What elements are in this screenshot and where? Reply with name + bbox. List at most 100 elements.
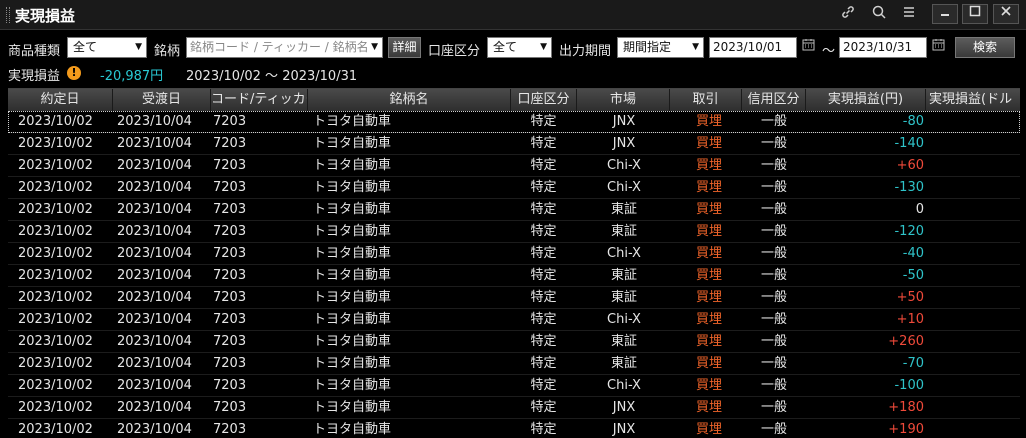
period-value: 期間指定 — [623, 40, 672, 54]
trade-date-cell: 2023/10/02 — [18, 356, 93, 371]
credit-cell: 一般 — [760, 180, 787, 195]
table-row[interactable]: 2023/10/02 2023/10/04 7203 トヨタ自動車 特定 東証 買埋 一般 +2… — [8, 331, 1020, 353]
credit-cell: 一般 — [760, 136, 787, 151]
settle-date-cell: 2023/10/04 — [117, 268, 192, 283]
trade-cell: 買埋 — [695, 202, 722, 217]
column-header-account[interactable]: 口座区分 — [511, 89, 577, 111]
code-cell: 7203 — [213, 246, 247, 261]
calendar-icon[interactable] — [929, 37, 947, 58]
link-icon[interactable] — [837, 4, 859, 26]
menu-icon[interactable] — [898, 4, 920, 26]
pl-cell: -100 — [894, 378, 924, 393]
table-row[interactable]: 2023/10/02 2023/10/04 7203 トヨタ自動車 特定 Chi-X 買埋 一… — [8, 375, 1020, 397]
table-row[interactable]: 2023/10/02 2023/10/04 7203 トヨタ自動車 特定 JNX 買埋 一般 -… — [8, 111, 1020, 133]
column-header-market[interactable]: 市場 — [577, 89, 670, 111]
settle-date-cell: 2023/10/04 — [117, 312, 192, 327]
trade-cell: 買埋 — [695, 400, 722, 415]
warning-icon[interactable]: ! — [67, 66, 81, 80]
chevron-down-icon: ▼ — [692, 42, 699, 52]
column-header-pl-usd[interactable]: 実現損益(ドル — [926, 89, 1020, 111]
market-cell: 東証 — [610, 224, 637, 239]
period-select[interactable]: 期間指定 ▼ — [617, 37, 704, 58]
trade-date-cell: 2023/10/02 — [18, 202, 93, 217]
maximize-button[interactable] — [962, 4, 988, 24]
table-row[interactable]: 2023/10/02 2023/10/04 7203 トヨタ自動車 特定 Chi-X 買埋 一… — [8, 243, 1020, 265]
table-row[interactable]: 2023/10/02 2023/10/04 7203 トヨタ自動車 特定 Chi-X 買埋 一… — [8, 177, 1020, 199]
trade-date-cell: 2023/10/02 — [18, 400, 93, 415]
market-cell: Chi-X — [607, 312, 641, 327]
table-row[interactable]: 2023/10/02 2023/10/04 7203 トヨタ自動車 特定 東証 買埋 一般 -7… — [8, 353, 1020, 375]
trade-cell: 買埋 — [695, 114, 722, 129]
market-cell: Chi-X — [607, 180, 641, 195]
account-cell: 特定 — [530, 334, 557, 349]
trade-date-cell: 2023/10/02 — [18, 378, 93, 393]
trade-date-cell: 2023/10/02 — [18, 290, 93, 305]
column-header-code[interactable]: コード/ティッカー — [211, 89, 308, 111]
account-type-select[interactable]: 全て ▼ — [487, 37, 552, 58]
pl-cell: +260 — [888, 334, 924, 349]
pl-cell: -120 — [894, 224, 924, 239]
minimize-button[interactable] — [932, 4, 958, 24]
name-cell: トヨタ自動車 — [313, 180, 392, 195]
settle-date-cell: 2023/10/04 — [117, 202, 192, 217]
account-cell: 特定 — [530, 312, 557, 327]
date-to-input[interactable]: 2023/10/31 — [839, 37, 927, 58]
account-cell: 特定 — [530, 202, 557, 217]
chevron-down-icon: ▼ — [135, 42, 142, 52]
settle-date-cell: 2023/10/04 — [117, 158, 192, 173]
symbol-input[interactable]: 銘柄コード / ティッカー / 銘柄名 ▼ — [186, 37, 383, 58]
market-cell: JNX — [612, 422, 636, 437]
code-cell: 7203 — [213, 378, 247, 393]
trade-cell: 買埋 — [695, 378, 722, 393]
table-row[interactable]: 2023/10/02 2023/10/04 7203 トヨタ自動車 特定 JNX 買埋 一般 +… — [8, 419, 1020, 438]
search-icon[interactable] — [868, 4, 890, 26]
table-row[interactable]: 2023/10/02 2023/10/04 7203 トヨタ自動車 特定 Chi-X 買埋 一… — [8, 155, 1020, 177]
trade-date-cell: 2023/10/02 — [18, 158, 93, 173]
table-row[interactable]: 2023/10/02 2023/10/04 7203 トヨタ自動車 特定 JNX 買埋 一般 +… — [8, 397, 1020, 419]
close-button[interactable] — [993, 4, 1019, 24]
detail-button[interactable]: 詳細 — [388, 37, 421, 58]
credit-cell: 一般 — [760, 114, 787, 129]
name-cell: トヨタ自動車 — [313, 400, 392, 415]
realized-pl-label: 実現損益 — [8, 69, 61, 84]
search-button[interactable]: 検索 — [955, 37, 1015, 58]
trade-date-cell: 2023/10/02 — [18, 268, 93, 283]
trade-cell: 買埋 — [695, 290, 722, 305]
table-row[interactable]: 2023/10/02 2023/10/04 7203 トヨタ自動車 特定 東証 買埋 一般 0 — [8, 199, 1020, 221]
code-cell: 7203 — [213, 334, 247, 349]
code-cell: 7203 — [213, 422, 247, 437]
name-cell: トヨタ自動車 — [313, 268, 392, 283]
account-cell: 特定 — [530, 158, 557, 173]
column-header-credit[interactable]: 信用区分 — [742, 89, 806, 111]
calendar-icon[interactable] — [799, 37, 817, 58]
column-header-pl-yen[interactable]: 実現損益(円) — [806, 89, 926, 111]
table-row[interactable]: 2023/10/02 2023/10/04 7203 トヨタ自動車 特定 東証 買埋 一般 -1… — [8, 221, 1020, 243]
name-cell: トヨタ自動車 — [313, 246, 392, 261]
trade-cell: 買埋 — [695, 312, 722, 327]
table-row[interactable]: 2023/10/02 2023/10/04 7203 トヨタ自動車 特定 Chi-X 買埋 一… — [8, 309, 1020, 331]
column-header-name[interactable]: 銘柄名 — [308, 89, 511, 111]
table-row[interactable]: 2023/10/02 2023/10/04 7203 トヨタ自動車 特定 東証 買埋 一般 +5… — [8, 287, 1020, 309]
symbol-label: 銘柄 — [154, 44, 181, 59]
product-type-value: 全て — [73, 40, 98, 54]
column-header-settle-date[interactable]: 受渡日 — [113, 89, 211, 111]
trade-cell: 買埋 — [695, 422, 722, 437]
column-header-trade-date[interactable]: 約定日 — [8, 89, 113, 111]
name-cell: トヨタ自動車 — [313, 202, 392, 217]
trade-cell: 買埋 — [695, 136, 722, 151]
chevron-down-icon: ▼ — [371, 42, 378, 52]
trade-date-cell: 2023/10/02 — [18, 246, 93, 261]
product-type-select[interactable]: 全て ▼ — [67, 37, 147, 58]
market-cell: Chi-X — [607, 246, 641, 261]
credit-cell: 一般 — [760, 334, 787, 349]
table-row[interactable]: 2023/10/02 2023/10/04 7203 トヨタ自動車 特定 東証 買埋 一般 -5… — [8, 265, 1020, 287]
table-row[interactable]: 2023/10/02 2023/10/04 7203 トヨタ自動車 特定 JNX 買埋 一般 -… — [8, 133, 1020, 155]
code-cell: 7203 — [213, 202, 247, 217]
column-header-trade[interactable]: 取引 — [670, 89, 742, 111]
date-from-input[interactable]: 2023/10/01 — [709, 37, 797, 58]
credit-cell: 一般 — [760, 158, 787, 173]
period-label: 出力期間 — [559, 44, 612, 59]
code-cell: 7203 — [213, 136, 247, 151]
drag-grip-icon[interactable] — [6, 7, 10, 23]
name-cell: トヨタ自動車 — [313, 312, 392, 327]
